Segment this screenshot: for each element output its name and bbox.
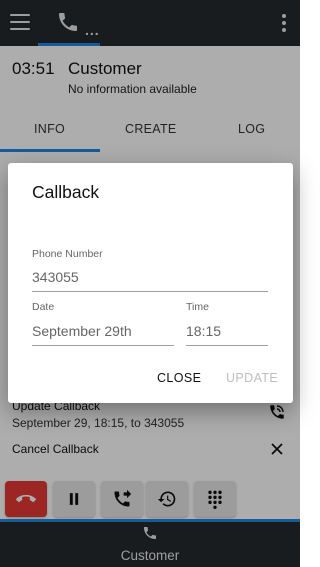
date-underline bbox=[32, 345, 174, 346]
phone-number-label: Phone Number bbox=[32, 248, 103, 260]
phone-number-underline bbox=[32, 291, 268, 292]
dialog-title: Callback bbox=[32, 182, 100, 202]
time-underline bbox=[186, 345, 268, 346]
phone-number-field[interactable]: 343055 bbox=[32, 269, 79, 285]
date-label: Date bbox=[32, 301, 55, 313]
update-button[interactable]: UPDATE bbox=[226, 371, 278, 385]
date-field[interactable]: September 29th bbox=[32, 323, 132, 339]
time-label: Time bbox=[186, 301, 209, 313]
time-field[interactable]: 18:15 bbox=[186, 323, 221, 339]
close-button[interactable]: CLOSE bbox=[157, 371, 201, 385]
callback-dialog: Callback Phone Number 343055 Date Septem… bbox=[8, 163, 293, 403]
